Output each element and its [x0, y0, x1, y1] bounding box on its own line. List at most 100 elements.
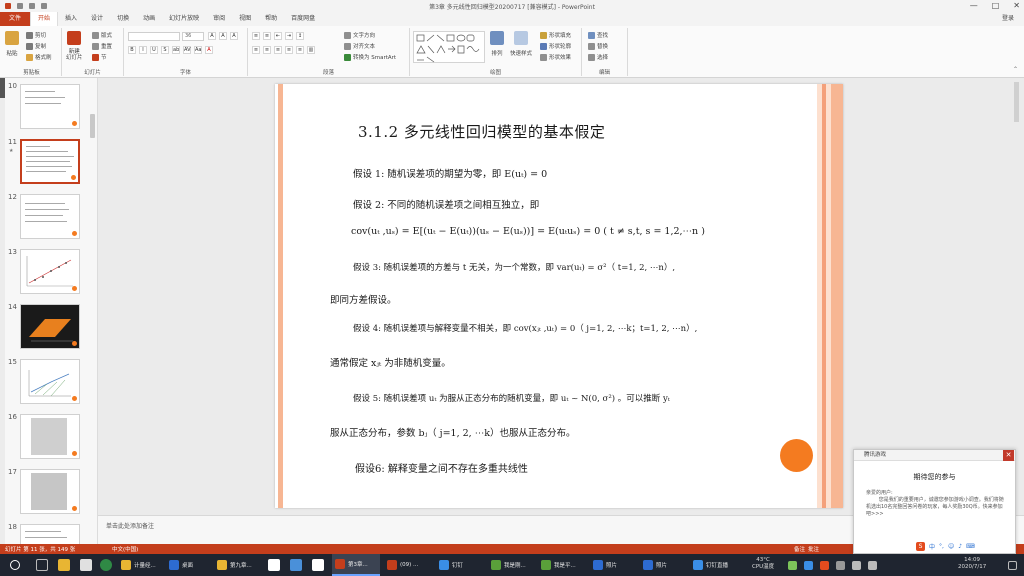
- justify-button[interactable]: ≡: [285, 46, 293, 54]
- align-center-button[interactable]: ≡: [263, 46, 271, 54]
- slide-thumbnail-12[interactable]: [20, 194, 80, 239]
- tab-design[interactable]: 设计: [84, 12, 110, 26]
- comments-toggle[interactable]: 批注: [808, 545, 819, 553]
- shape-fill-button[interactable]: 形状填充: [540, 31, 571, 39]
- popup-body[interactable]: 亲爱的用户: 您是我们的重要用户，诚邀您参加游戏小调查。我们将随机选出10名完整…: [866, 490, 1006, 518]
- strikethrough-button[interactable]: ab: [172, 46, 180, 54]
- taskbar-app[interactable]: 我是平...: [538, 554, 586, 576]
- store-icon[interactable]: [80, 559, 92, 571]
- ime-punct-icon[interactable]: °,: [939, 543, 944, 550]
- shapes-gallery[interactable]: [413, 31, 485, 63]
- close-button[interactable]: ✕: [1013, 1, 1020, 10]
- tab-insert[interactable]: 插入: [58, 12, 84, 26]
- tab-file[interactable]: 文件: [0, 12, 31, 26]
- maximize-button[interactable]: □: [992, 1, 1000, 10]
- replace-button[interactable]: 替换: [588, 42, 608, 50]
- clear-format-button[interactable]: A: [230, 32, 238, 40]
- tab-view[interactable]: 视图: [232, 12, 258, 26]
- taskbar-app[interactable]: 桌面: [166, 554, 214, 576]
- increase-indent-button[interactable]: ⇥: [285, 32, 293, 40]
- select-button[interactable]: 选择: [588, 53, 608, 61]
- tray-icon[interactable]: [788, 561, 797, 570]
- shape-outline-button[interactable]: 形状轮廓: [540, 42, 571, 50]
- customize-icon[interactable]: [41, 3, 47, 9]
- layout-button[interactable]: 版式: [92, 31, 112, 39]
- shape-effects-button[interactable]: 形状效果: [540, 53, 571, 61]
- font-size-box[interactable]: 36: [182, 32, 204, 41]
- shrink-font-button[interactable]: A: [219, 32, 227, 40]
- tab-slideshow[interactable]: 幻灯片放映: [162, 12, 206, 26]
- file-explorer-icon[interactable]: [58, 559, 70, 571]
- volume-icon[interactable]: [868, 561, 877, 570]
- taskbar-app[interactable]: 我是刚...: [488, 554, 536, 576]
- section-button[interactable]: 节: [92, 53, 107, 61]
- bold-button[interactable]: B: [128, 46, 136, 54]
- slide-thumbnail-15[interactable]: [20, 359, 80, 404]
- tab-animations[interactable]: 动画: [136, 12, 162, 26]
- tray-icon[interactable]: [820, 561, 829, 570]
- grow-font-button[interactable]: A: [208, 32, 216, 40]
- task-view-icon[interactable]: [36, 559, 48, 571]
- underline-button[interactable]: U: [150, 46, 158, 54]
- find-button[interactable]: 查找: [588, 31, 608, 39]
- tab-help[interactable]: 帮助: [258, 12, 284, 26]
- app-icon-bird[interactable]: [290, 559, 302, 571]
- align-text-button[interactable]: 对齐文本: [344, 42, 375, 50]
- smartart-button[interactable]: 转换为 SmartArt: [344, 53, 396, 61]
- thumbnail-pane[interactable]: 10 11 ★ 12 13 14 15 16 17 18: [5, 78, 98, 544]
- tab-review[interactable]: 审阅: [206, 12, 232, 26]
- font-name-box[interactable]: [128, 32, 180, 41]
- taskbar-app[interactable]: 钉钉直播: [690, 554, 742, 576]
- decrease-indent-button[interactable]: ⇤: [274, 32, 282, 40]
- taskbar-app[interactable]: 计量经...: [118, 554, 166, 576]
- taskbar-app[interactable]: 钉钉: [436, 554, 484, 576]
- popup-close-button[interactable]: ✕: [1003, 450, 1014, 461]
- change-case-button[interactable]: Aa: [194, 46, 202, 54]
- quick-styles-button[interactable]: 快速样式: [510, 31, 532, 57]
- app-icon-doc[interactable]: [312, 559, 324, 571]
- notification-center-icon[interactable]: [1008, 561, 1017, 570]
- tray-icon[interactable]: [836, 561, 845, 570]
- taskbar-app[interactable]: 照片: [640, 554, 688, 576]
- slide-thumbnail-13[interactable]: [20, 249, 80, 294]
- text-direction-button[interactable]: 文字方向: [344, 31, 375, 39]
- tab-home[interactable]: 开始: [30, 12, 59, 26]
- clock[interactable]: 14:09 2020/7/17: [958, 557, 986, 571]
- slide-thumbnail-11[interactable]: [20, 139, 80, 184]
- char-spacing-button[interactable]: AV: [183, 46, 191, 54]
- ime-mode-icon[interactable]: 中: [929, 542, 935, 551]
- distributed-button[interactable]: ≡: [296, 46, 304, 54]
- minimize-button[interactable]: —: [970, 1, 978, 10]
- new-slide-button[interactable]: 新建 幻灯片: [66, 31, 83, 61]
- save-icon[interactable]: [5, 3, 11, 9]
- ime-keyboard-icon[interactable]: ⌨: [966, 543, 975, 550]
- ime-emoji-icon[interactable]: ☺: [948, 543, 954, 550]
- canvas-scrollbar[interactable]: [1014, 82, 1019, 122]
- italic-button[interactable]: I: [139, 46, 147, 54]
- align-left-button[interactable]: ≡: [252, 46, 260, 54]
- language-indicator[interactable]: 中文(中国): [112, 545, 138, 553]
- bullets-button[interactable]: ≡: [252, 32, 260, 40]
- taskbar-app[interactable]: (09) ...: [384, 554, 432, 576]
- tray-icon[interactable]: [804, 561, 813, 570]
- slide-thumbnail-16[interactable]: [20, 414, 80, 459]
- copy-button[interactable]: 复制: [26, 42, 46, 50]
- current-slide[interactable]: 3.1.2 多元线性回归模型的基本假定 假设 1: 随机误差项的期望为零，即 E…: [275, 84, 843, 508]
- taskbar-app[interactable]: 第九章...: [214, 554, 262, 576]
- tab-baidu-netdisk[interactable]: 百度网盘: [284, 12, 322, 26]
- taskbar-app-powerpoint[interactable]: 第3章...: [332, 554, 380, 576]
- cut-button[interactable]: 剪切: [26, 31, 46, 39]
- ime-mic-icon[interactable]: ♪: [958, 543, 962, 550]
- slide-thumbnail-18[interactable]: [20, 524, 80, 544]
- sogou-ime-icon[interactable]: S: [916, 542, 925, 551]
- tab-transitions[interactable]: 切换: [110, 12, 136, 26]
- format-painter-button[interactable]: 格式刷: [26, 53, 52, 61]
- browser-icon[interactable]: [100, 559, 112, 571]
- line-spacing-button[interactable]: ↕: [296, 32, 304, 40]
- redo-icon[interactable]: [29, 3, 35, 9]
- slide-thumbnail-10[interactable]: [20, 84, 80, 129]
- login-link[interactable]: 登录: [1002, 12, 1014, 26]
- align-right-button[interactable]: ≡: [274, 46, 282, 54]
- notes-toggle[interactable]: 备注: [794, 545, 805, 553]
- collapse-ribbon-icon[interactable]: ⌃: [1013, 66, 1018, 73]
